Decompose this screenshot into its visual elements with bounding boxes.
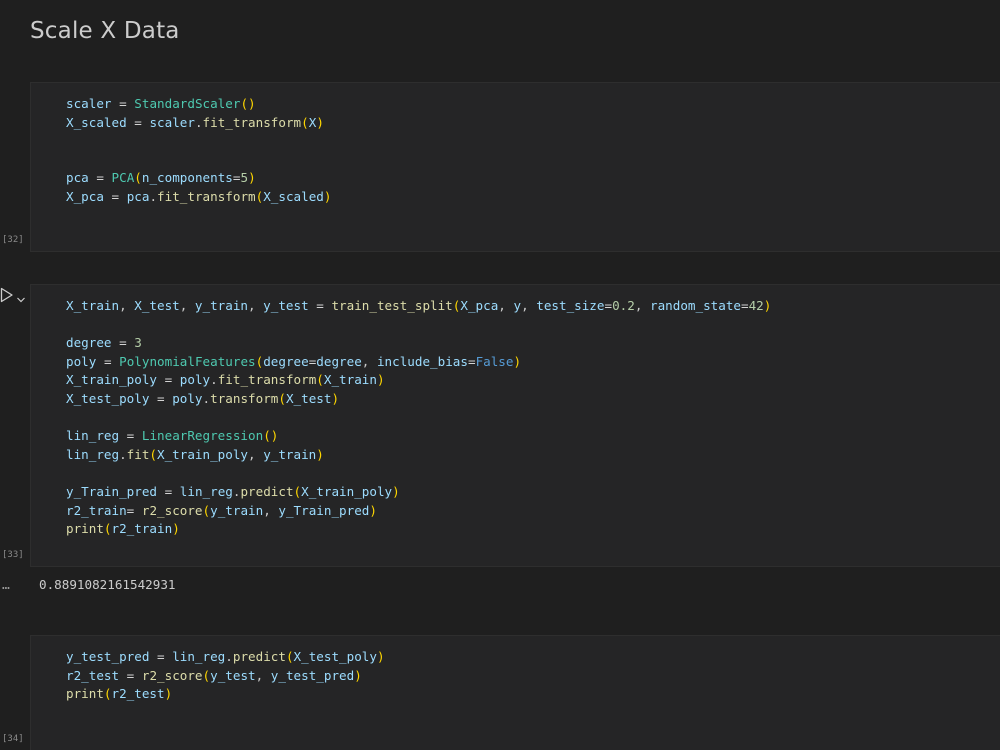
execution-count: [32] — [2, 235, 24, 245]
code-line: y_Train_pred = lin_reg.predict(X_train_p… — [66, 483, 400, 499]
code-line: pca = PCA(n_components=5) — [66, 170, 256, 186]
code-line: X_pca = pca.fit_transform(X_scaled) — [66, 188, 332, 204]
code-line: print(r2_train) — [66, 521, 180, 537]
chevron-down-icon — [17, 297, 25, 303]
code-line: r2_train= r2_score(y_train, y_Train_pred… — [66, 502, 377, 518]
markdown-heading: Scale X Data — [30, 18, 180, 44]
execute-options-button[interactable] — [16, 290, 26, 303]
code-line: X_train, X_test, y_train, y_test = train… — [66, 298, 772, 313]
code-line: scaler = StandardScaler() — [66, 96, 256, 111]
code-cell-34[interactable]: y_test_pred = lin_reg.predict(X_test_pol… — [30, 635, 1000, 750]
run-cell-button[interactable] — [0, 287, 14, 303]
code-cell-32[interactable]: scaler = StandardScaler() X_scaled = sca… — [30, 82, 1000, 252]
code-line: X_train_poly = poly.fit_transform(X_trai… — [66, 372, 385, 388]
code-line: print(r2_test) — [66, 686, 173, 702]
code-line: degree = 3 — [66, 335, 142, 351]
notebook-editor: Scale X Data scaler = StandardScaler() X… — [0, 0, 1000, 750]
code-editor[interactable]: X_train, X_test, y_train, y_test = train… — [66, 297, 771, 539]
code-line: lin_reg.fit(X_train_poly, y_train) — [66, 446, 324, 462]
execution-count: [33] — [2, 550, 24, 560]
execution-count: [34] — [2, 734, 24, 744]
code-line: r2_test = r2_score(y_test, y_test_pred) — [66, 667, 362, 683]
code-line: poly = PolynomialFeatures(degree=degree,… — [66, 353, 522, 369]
cell-output: 0.8891082161542931 — [39, 577, 176, 592]
code-line: y_test_pred = lin_reg.predict(X_test_pol… — [66, 649, 385, 664]
code-editor[interactable]: y_test_pred = lin_reg.predict(X_test_pol… — [66, 648, 385, 704]
code-cell-33[interactable]: X_train, X_test, y_train, y_test = train… — [30, 284, 1000, 567]
code-line: lin_reg = LinearRegression() — [66, 428, 279, 444]
run-cell-icon — [0, 287, 13, 303]
code-line: X_scaled = scaler.fit_transform(X) — [66, 114, 324, 130]
output-menu-button[interactable]: … — [2, 578, 11, 593]
code-line: X_test_poly = poly.transform(X_test) — [66, 390, 340, 406]
code-editor[interactable]: scaler = StandardScaler() X_scaled = sca… — [66, 95, 331, 207]
